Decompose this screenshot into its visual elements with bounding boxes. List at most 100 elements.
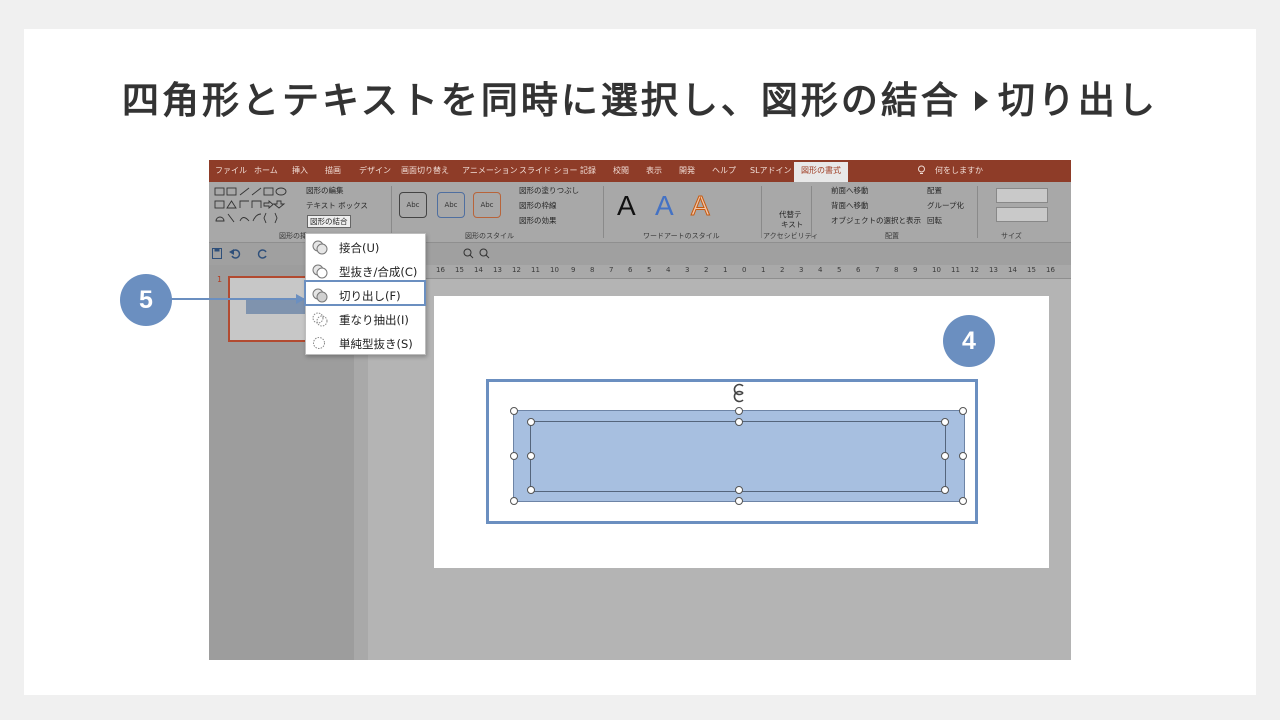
title-text: 四角形とテキストを同時に選択し、図形の結合 [122, 79, 961, 122]
menu-item-union[interactable]: 接合(U) [306, 236, 425, 258]
ruler-mark: 11 [951, 266, 960, 274]
resize-handle[interactable] [735, 497, 743, 505]
tab-draw[interactable]: 描画 [325, 165, 341, 176]
menu-item-intersect[interactable]: 重なり抽出(I) [306, 308, 425, 330]
menu-item-combine[interactable]: 型抜き/合成(C) [306, 260, 425, 282]
menu-item-subtract[interactable]: 単純型抜き(S) [306, 332, 425, 354]
ruler-mark: 10 [932, 266, 941, 274]
ruler-mark: 5 [647, 266, 652, 274]
ruler-mark: 9 [571, 266, 576, 274]
step-badge-5: 5 [120, 274, 172, 326]
tab-design[interactable]: デザイン [359, 165, 391, 176]
tab-transitions[interactable]: 画面切り替え [401, 165, 449, 176]
rotate-handle-icon[interactable] [730, 381, 748, 405]
ruler-mark: 0 [742, 266, 747, 274]
ruler-mark: 6 [856, 266, 861, 274]
resize-handle[interactable] [510, 407, 518, 415]
resize-handle[interactable] [941, 486, 949, 494]
tab-review[interactable]: 校閲 [613, 165, 629, 176]
resize-handle[interactable] [510, 452, 518, 460]
undo-icon[interactable] [229, 248, 241, 259]
resize-handle[interactable] [959, 497, 967, 505]
tab-sl-addin[interactable]: SLアドイン [750, 165, 792, 176]
wordart-style-black[interactable]: A [617, 190, 636, 222]
wordart-style-outline[interactable]: A [691, 190, 711, 222]
resize-handle[interactable] [527, 418, 535, 426]
shape-styles-group-label: 図形のスタイル [465, 232, 514, 240]
tab-record[interactable]: 記録 [580, 165, 596, 176]
ruler-mark: 12 [512, 266, 521, 274]
tab-developer[interactable]: 開発 [679, 165, 695, 176]
ruler-mark: 16 [436, 266, 445, 274]
text-box[interactable] [530, 421, 946, 492]
send-backward-button[interactable]: 背面へ移動 [831, 200, 869, 211]
resize-handle[interactable] [941, 452, 949, 460]
shape-height-input[interactable] [996, 188, 1048, 203]
tab-shape-format[interactable]: 図形の書式 [794, 162, 848, 182]
align-button[interactable]: 配置 [927, 185, 942, 196]
resize-handle[interactable] [959, 452, 967, 460]
wordart-style-blue[interactable]: A [655, 190, 674, 222]
wordart-group-label: ワードアートのスタイル [643, 232, 720, 240]
resize-handle[interactable] [959, 407, 967, 415]
ruler-mark: 2 [780, 266, 785, 274]
ruler-mark: 8 [894, 266, 899, 274]
size-group-label: サイズ [1001, 232, 1022, 240]
shape-fill-button[interactable]: 図形の塗りつぶし [519, 185, 579, 196]
shape-width-input[interactable] [996, 207, 1048, 222]
merge-shapes-button[interactable]: 図形の結合 [307, 215, 351, 228]
selection-pane-button[interactable]: オブジェクトの選択と表示 [831, 215, 921, 226]
resize-handle[interactable] [527, 486, 535, 494]
tab-insert[interactable]: 挿入 [292, 165, 308, 176]
resize-handle[interactable] [941, 418, 949, 426]
tab-slideshow[interactable]: スライド ショー [519, 165, 578, 176]
shape-style-orange[interactable]: Abc [473, 192, 501, 218]
save-icon[interactable] [212, 248, 222, 259]
ribbon-divider [761, 186, 762, 238]
menu-item-highlight [304, 280, 426, 306]
accessibility-group-label: アクセシビリティ [763, 232, 819, 240]
menu-item-label: 型抜き/合成(C) [339, 265, 418, 279]
edit-shape-button[interactable]: 図形の編集 [306, 185, 344, 196]
bring-forward-button[interactable]: 前面へ移動 [831, 185, 869, 196]
tab-view[interactable]: 表示 [646, 165, 662, 176]
tab-file[interactable]: ファイル [215, 165, 247, 176]
shape-effects-button[interactable]: 図形の効果 [519, 215, 557, 226]
ribbon-divider [391, 186, 392, 238]
text-box-button[interactable]: テキスト ボックス [306, 200, 368, 211]
ruler-mark: 10 [550, 266, 559, 274]
resize-handle[interactable] [510, 497, 518, 505]
title-text-result: 切り出し [997, 79, 1158, 122]
ruler-mark: 7 [875, 266, 880, 274]
resize-handle[interactable] [735, 418, 743, 426]
ruler-mark: 2 [704, 266, 709, 274]
shape-outline-button[interactable]: 図形の枠線 [519, 200, 557, 211]
zoom-out-icon[interactable] [479, 248, 490, 259]
shape-style-blue[interactable]: Abc [437, 192, 465, 218]
insert-shapes-group-label: 図形の挿 [279, 232, 307, 240]
ribbon-divider [811, 186, 812, 238]
intersect-icon [312, 312, 328, 327]
ruler-mark: 1 [761, 266, 766, 274]
group-button[interactable]: グループ化 [927, 200, 964, 211]
rotate-button[interactable]: 回転 [927, 215, 942, 226]
ruler-mark: 9 [913, 266, 918, 274]
ruler-mark: 14 [1008, 266, 1017, 274]
redo-icon[interactable] [257, 248, 269, 259]
ruler-mark: 12 [970, 266, 979, 274]
lightbulb-icon [917, 165, 926, 177]
arrange-group-label: 配置 [885, 232, 899, 240]
ruler-mark: 7 [609, 266, 614, 274]
tab-animations[interactable]: アニメーション [462, 165, 518, 176]
tab-help[interactable]: ヘルプ [712, 165, 736, 176]
shape-style-dark[interactable]: Abc [399, 192, 427, 218]
shape-gallery-icon[interactable] [213, 186, 297, 226]
tell-me-search[interactable]: 何をしますか [935, 165, 983, 176]
ruler-mark: 1 [723, 266, 728, 274]
ruler-mark: 3 [685, 266, 690, 274]
zoom-in-icon[interactable] [463, 248, 474, 259]
resize-handle[interactable] [527, 452, 535, 460]
resize-handle[interactable] [735, 407, 743, 415]
resize-handle[interactable] [735, 486, 743, 494]
tab-home[interactable]: ホーム [254, 165, 278, 176]
